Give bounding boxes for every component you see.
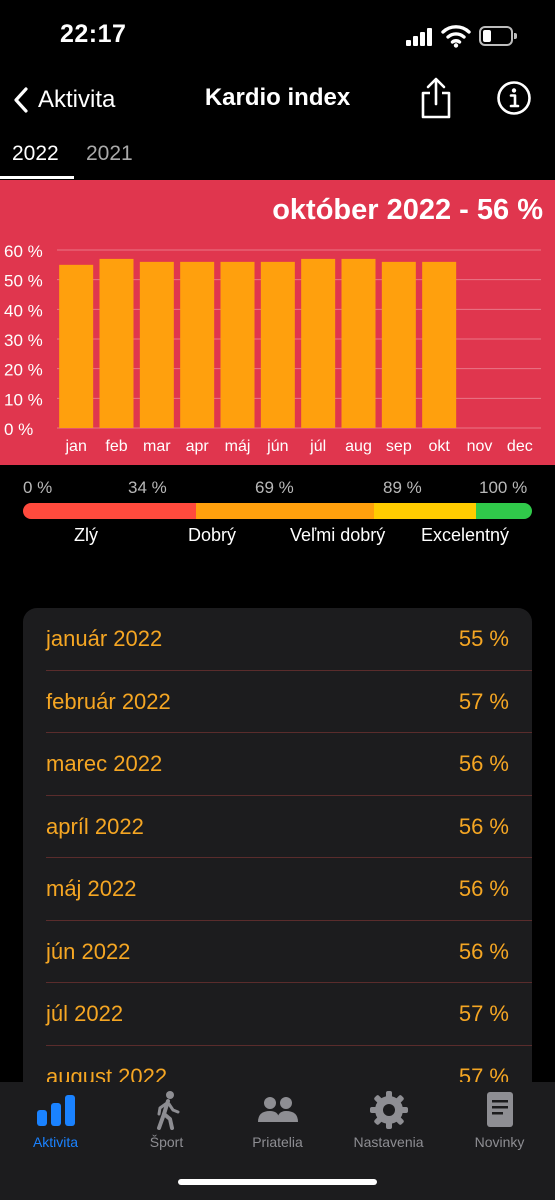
list-item-month: február 2022 (46, 688, 171, 714)
x-tick-label: júl (309, 438, 326, 455)
tab-friends[interactable]: Priatelia (222, 1090, 333, 1154)
list-item-month: apríl 2022 (46, 813, 144, 839)
x-tick-label: sep (386, 438, 412, 455)
tab-activity[interactable]: Aktivita (0, 1090, 111, 1154)
tab-label: Šport (149, 1134, 184, 1150)
x-tick-label: nov (467, 438, 493, 455)
list-item-month: január 2022 (46, 626, 163, 651)
list-item-month: máj 2022 (46, 876, 137, 901)
list-item[interactable]: február 2022 57 % (46, 671, 532, 733)
y-tick-label: 40 % (4, 301, 43, 320)
scale-segment (23, 503, 197, 519)
navigation-bar: Aktivita Kardio index (0, 72, 555, 128)
y-tick-label: 20 % (4, 361, 43, 380)
news-icon (486, 1092, 513, 1127)
y-tick-label: 50 % (4, 272, 43, 291)
list-item[interactable]: marec 2022 56 % (46, 733, 532, 796)
list-item[interactable]: apríl 2022 56 % (46, 796, 532, 858)
scale-segment (196, 503, 375, 519)
scale-label-very-good: Veľmi dobrý (290, 525, 386, 545)
page-title: Kardio index (204, 84, 351, 111)
chart-bar (220, 261, 255, 428)
x-tick-label: feb (105, 438, 127, 455)
tab-sport[interactable]: Šport (111, 1090, 222, 1154)
x-tick-label: mar (143, 438, 171, 455)
x-tick-label: apr (186, 438, 210, 455)
list-item-value: 55 % (458, 626, 509, 651)
list-item-value: 57 % (458, 1001, 509, 1026)
list-item-value: 57 % (458, 688, 509, 714)
home-indicator (178, 1179, 377, 1185)
tab-label: Nastavenia (353, 1134, 424, 1150)
chart-bar (99, 258, 134, 428)
activity-bars-icon (36, 1095, 75, 1126)
info-icon[interactable] (496, 80, 532, 116)
cellular-signal-icon (406, 28, 434, 46)
tab-2021[interactable]: 2021 (86, 142, 133, 166)
scale-label-excellent: Excelentný (421, 525, 510, 545)
chart-headline: október 2022 - 56 % (272, 194, 543, 226)
walking-person-icon (156, 1091, 179, 1130)
chart-bar (139, 261, 174, 428)
scale-label-good: Dobrý (188, 525, 237, 545)
list-item[interactable]: júl 2022 57 % (46, 983, 532, 1046)
gear-icon (369, 1091, 408, 1129)
list-item-value: 56 % (458, 751, 509, 776)
friends-icon (257, 1097, 298, 1122)
scale-percent-34: 34 % (128, 478, 167, 497)
tab-label: Novinky (474, 1134, 525, 1150)
rating-scale: 0 % 34 % 69 % 89 % 100 % Zlý Dobrý Veľmi… (0, 476, 555, 556)
wifi-icon (441, 25, 471, 48)
scale-label-bad: Zlý (74, 525, 98, 545)
tab-news[interactable]: Novinky (444, 1090, 555, 1154)
list-item-month: júl 2022 (46, 1001, 124, 1026)
list-item[interactable]: máj 2022 56 % (46, 858, 532, 921)
scale-segment (475, 503, 532, 519)
active-tab-indicator (0, 176, 74, 179)
scale-percent-0: 0 % (23, 478, 53, 497)
list-item-value: 56 % (458, 938, 509, 964)
list-item-value: 56 % (458, 813, 509, 839)
chart-panel: 60 % 50 % 40 % 30 % 20 % 10 % 0 % jan feb mar apr m… (0, 180, 555, 465)
x-tick-label: dec (507, 438, 533, 455)
y-tick-label: 0 % (4, 420, 33, 439)
chart-bar (59, 264, 94, 428)
rating-scale-bar (23, 503, 532, 519)
chart-bar (341, 258, 376, 428)
list-item-month: marec 2022 (46, 751, 163, 776)
list-item[interactable]: jún 2022 56 % (46, 921, 532, 983)
chart-bar (301, 258, 336, 428)
tab-settings[interactable]: Nastavenia (333, 1090, 444, 1154)
status-bar: 22:17 (0, 0, 555, 72)
share-icon[interactable] (418, 76, 454, 120)
x-tick-label: jan (64, 438, 86, 455)
y-tick-label: 10 % (4, 390, 43, 409)
chart-bar (260, 261, 295, 428)
scale-percent-69: 69 % (255, 478, 294, 497)
tab-label: Aktivita (32, 1134, 79, 1150)
x-tick-label: okt (428, 438, 450, 455)
year-tabs: 2022 2021 (0, 136, 555, 180)
list-item-value: 56 % (458, 876, 509, 901)
status-time: 22:17 (60, 20, 127, 48)
scale-percent-89: 89 % (383, 478, 422, 497)
chart-bar (180, 261, 215, 428)
list-item[interactable]: január 2022 55 % (46, 608, 532, 671)
list-item-month: jún 2022 (46, 938, 131, 964)
chart-bar (422, 261, 457, 428)
tab-label: Priatelia (252, 1134, 303, 1150)
scale-segment (374, 503, 476, 519)
y-tick-label: 60 % (4, 242, 43, 261)
scale-percent-100: 100 % (479, 478, 528, 497)
tab-2022[interactable]: 2022 (12, 142, 59, 166)
battery-icon (479, 26, 517, 46)
x-tick-label: aug (345, 438, 372, 455)
x-tick-label: jún (266, 438, 288, 455)
y-tick-label: 30 % (4, 331, 43, 350)
x-tick-label: máj (225, 438, 251, 455)
chart-bar (381, 261, 416, 428)
